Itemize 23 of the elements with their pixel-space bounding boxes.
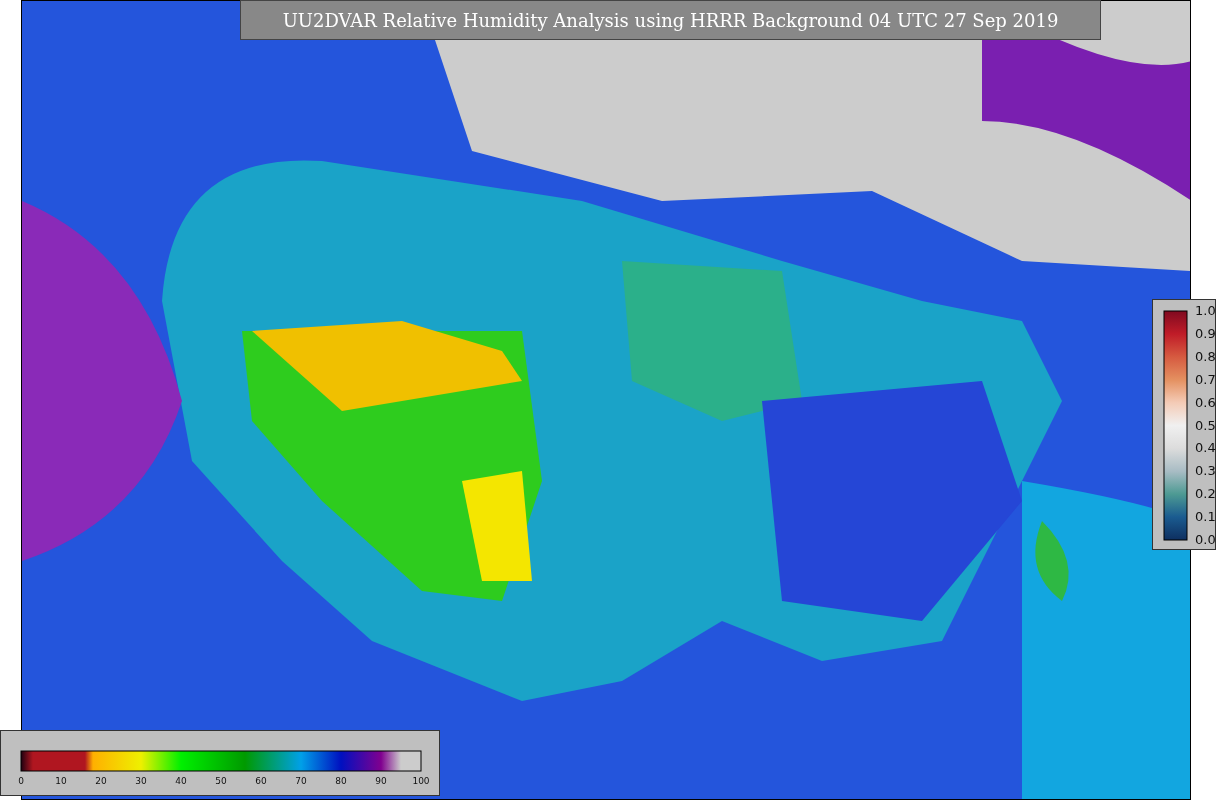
axis-tick-label: 0.0	[1195, 531, 1216, 550]
axis-tick-label: 0	[18, 775, 24, 788]
axis-tick-label: 40	[175, 775, 187, 788]
axis-tick-label: 0.8	[1195, 348, 1216, 367]
axis-tick-label: 20	[95, 775, 107, 788]
axis-tick-label: 0.2	[1195, 485, 1216, 504]
axis-tick-label: 0.9	[1195, 325, 1216, 344]
axis-tick-label: 0.5	[1195, 416, 1216, 435]
axis-tick-label: 0.4	[1195, 439, 1216, 458]
axis-tick-label: 80	[335, 775, 347, 788]
axis-tick-label: 90	[375, 775, 387, 788]
axis-tick-label: 0.1	[1195, 508, 1216, 527]
axis-tick-label: 70	[295, 775, 307, 788]
axis-tick-label: 10	[55, 775, 67, 788]
axis-tick-label: 50	[215, 775, 227, 788]
chart-title: UU2DVAR Relative Humidity Analysis using HRRR Background 04 UTC 27 Sep 2019	[240, 0, 1101, 40]
axis-tick-label: 30	[135, 775, 147, 788]
axis-tick-label: 0.6	[1195, 393, 1216, 412]
axis-tick-label: 60	[255, 775, 267, 788]
axis-tick-label: 0.7	[1195, 370, 1216, 389]
axis-tick-label: 0.3	[1195, 462, 1216, 481]
axis-tick-label: 1.0	[1195, 302, 1216, 321]
axis-tick-label: 100	[412, 775, 430, 788]
